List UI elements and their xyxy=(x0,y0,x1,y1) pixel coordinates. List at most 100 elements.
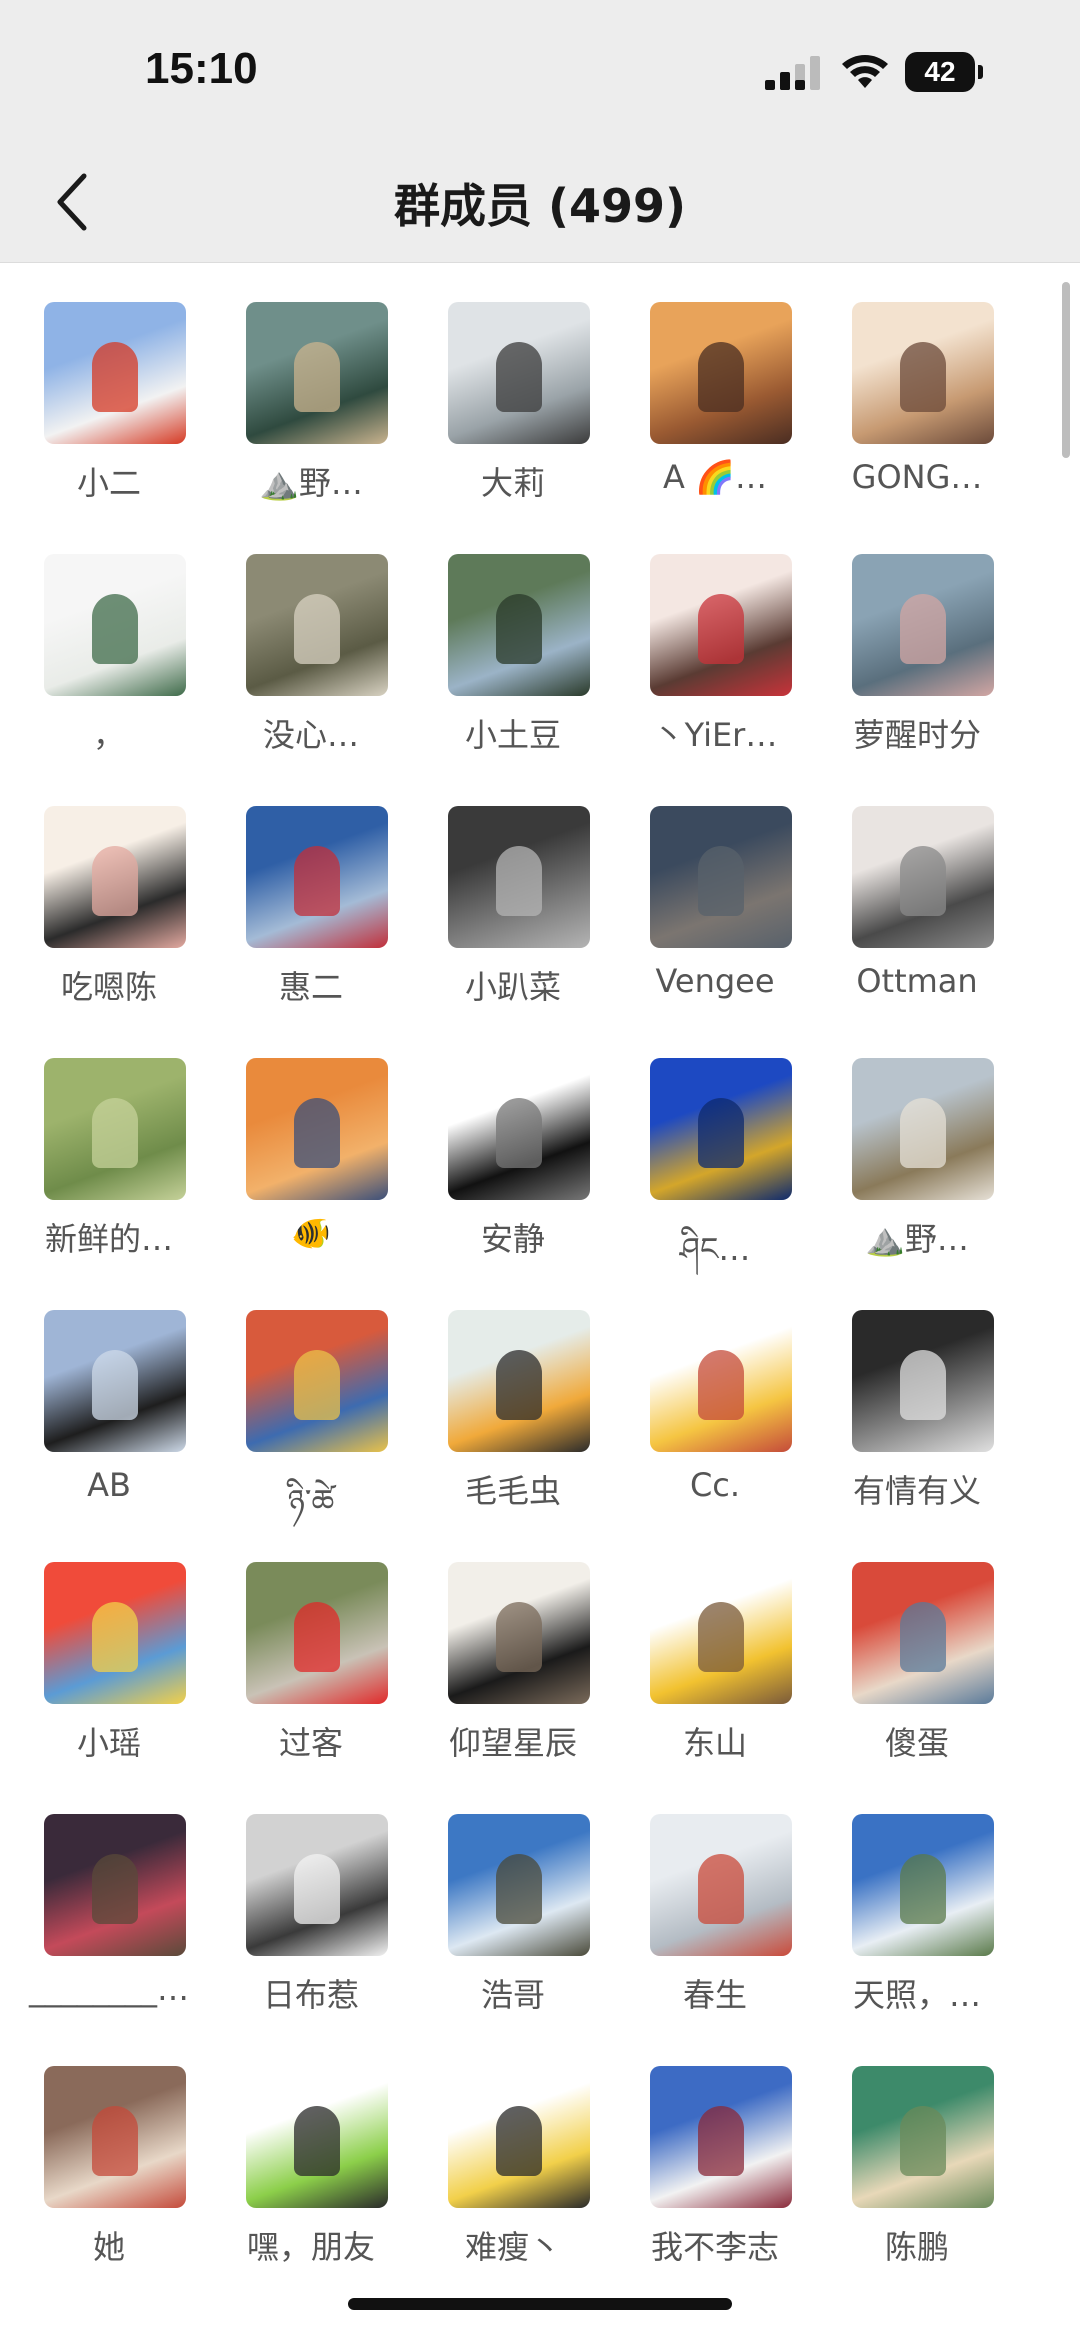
member-item[interactable]: 嘿，朋友 xyxy=(221,2066,401,2296)
member-avatar[interactable] xyxy=(246,1310,388,1452)
member-avatar[interactable] xyxy=(44,2066,186,2208)
member-item[interactable]: 小土豆 xyxy=(423,554,603,784)
member-item[interactable]: 吃嗯陈 xyxy=(19,806,199,1036)
red-costume-photo xyxy=(92,1602,138,1672)
member-item[interactable]: 她 xyxy=(19,2066,199,2296)
member-avatar[interactable] xyxy=(852,1814,994,1956)
member-item[interactable]: 没心… xyxy=(221,554,401,784)
member-avatar[interactable] xyxy=(852,2066,994,2208)
member-avatar[interactable] xyxy=(44,1562,186,1704)
member-avatar[interactable] xyxy=(246,2066,388,2208)
member-item[interactable]: 🐠 xyxy=(221,1058,401,1288)
member-item[interactable]: 过客 xyxy=(221,1562,401,1792)
member-name: 小二 xyxy=(76,464,141,502)
member-avatar[interactable] xyxy=(852,554,994,696)
member-item[interactable]: 安静 xyxy=(423,1058,603,1288)
sunset-mountains-photo xyxy=(294,1098,340,1168)
member-item[interactable]: 新鲜的… xyxy=(19,1058,199,1288)
member-item[interactable]: 小二 xyxy=(19,302,199,532)
member-name: 她 xyxy=(92,2228,125,2266)
member-avatar[interactable] xyxy=(246,1058,388,1200)
member-item[interactable]: 毛毛虫 xyxy=(423,1310,603,1540)
member-item[interactable]: 陈鹏 xyxy=(827,2066,1007,2296)
member-avatar[interactable] xyxy=(448,554,590,696)
member-item[interactable]: ________… xyxy=(19,1814,199,2044)
member-avatar[interactable] xyxy=(852,302,994,444)
member-avatar[interactable] xyxy=(650,302,792,444)
member-avatar[interactable] xyxy=(650,1058,792,1200)
member-avatar[interactable] xyxy=(246,806,388,948)
member-item[interactable]: ཉི་ཚེ xyxy=(221,1310,401,1540)
member-name: Cc. xyxy=(689,1466,741,1504)
member-item[interactable]: ཤིང… xyxy=(625,1058,805,1288)
member-avatar[interactable] xyxy=(650,554,792,696)
member-avatar[interactable] xyxy=(44,1058,186,1200)
member-avatar[interactable] xyxy=(44,1814,186,1956)
member-item[interactable]: Ottman xyxy=(827,806,1007,1036)
member-name: 没心… xyxy=(262,716,359,754)
battery-cap xyxy=(978,65,983,79)
golden-statue-photo xyxy=(698,1098,744,1168)
member-avatar[interactable] xyxy=(44,554,186,696)
member-avatar[interactable] xyxy=(246,302,388,444)
member-avatar[interactable] xyxy=(650,806,792,948)
member-avatar[interactable] xyxy=(650,1562,792,1704)
member-item[interactable]: 春生 xyxy=(625,1814,805,2044)
dark-portrait-photo xyxy=(496,846,542,916)
member-avatar[interactable] xyxy=(44,806,186,948)
member-item[interactable]: 惠二 xyxy=(221,806,401,1036)
member-avatar[interactable] xyxy=(448,1310,590,1452)
member-avatar[interactable] xyxy=(246,554,388,696)
member-avatar[interactable] xyxy=(448,806,590,948)
scroll-indicator[interactable] xyxy=(1062,282,1070,458)
member-avatar[interactable] xyxy=(246,1562,388,1704)
member-avatar[interactable] xyxy=(852,1562,994,1704)
member-avatar[interactable] xyxy=(448,1058,590,1200)
member-item[interactable]: Vengee xyxy=(625,806,805,1036)
member-avatar[interactable] xyxy=(448,302,590,444)
member-avatar[interactable] xyxy=(650,1814,792,1956)
member-avatar[interactable] xyxy=(650,2066,792,2208)
member-item[interactable]: 浩哥 xyxy=(423,1814,603,2044)
member-name: ⛰️野… xyxy=(865,1220,969,1258)
member-item[interactable]: 大莉 xyxy=(423,302,603,532)
stone-flag-photo xyxy=(294,1602,340,1672)
member-item[interactable]: 我不李志 xyxy=(625,2066,805,2296)
member-avatar[interactable] xyxy=(246,1814,388,1956)
member-name: 有情有义 xyxy=(852,1472,981,1510)
member-item[interactable]: 傻蛋 xyxy=(827,1562,1007,1792)
fishing-cartoon xyxy=(698,1602,744,1672)
forest-photo xyxy=(294,594,340,664)
member-avatar[interactable] xyxy=(852,1310,994,1452)
member-avatar[interactable] xyxy=(448,1814,590,1956)
member-item[interactable]: 天照，… xyxy=(827,1814,1007,2044)
member-avatar[interactable] xyxy=(852,806,994,948)
member-avatar[interactable] xyxy=(448,1562,590,1704)
member-item[interactable]: 仰望星辰 xyxy=(423,1562,603,1792)
member-item[interactable]: 小瑶 xyxy=(19,1562,199,1792)
member-item[interactable]: 萝醒时分 xyxy=(827,554,1007,784)
member-item[interactable]: 小趴菜 xyxy=(423,806,603,1036)
member-item[interactable]: 日布惹 xyxy=(221,1814,401,2044)
member-avatar[interactable] xyxy=(448,2066,590,2208)
member-avatar[interactable] xyxy=(650,1310,792,1452)
member-item[interactable]: ⛰️野… xyxy=(221,302,401,532)
neon-street-photo xyxy=(92,1854,138,1924)
member-item[interactable]: 难瘦丶 xyxy=(423,2066,603,2296)
jeep-illustration xyxy=(900,2106,946,2176)
member-item[interactable]: 东山 xyxy=(625,1562,805,1792)
member-item[interactable]: Cc. xyxy=(625,1310,805,1540)
status-bar: 15:10 42 xyxy=(0,0,1080,140)
member-item[interactable]: GONG… xyxy=(827,302,1007,532)
member-item[interactable]: ， xyxy=(19,554,199,784)
member-avatar[interactable] xyxy=(44,1310,186,1452)
home-indicator[interactable] xyxy=(348,2298,732,2310)
member-item[interactable]: AB xyxy=(19,1310,199,1540)
member-item[interactable]: 丶YiEr… xyxy=(625,554,805,784)
member-avatar[interactable] xyxy=(44,302,186,444)
member-item[interactable]: A 🌈… xyxy=(625,302,805,532)
member-avatar[interactable] xyxy=(852,1058,994,1200)
battery-indicator: 42 xyxy=(905,52,985,92)
member-item[interactable]: 有情有义 xyxy=(827,1310,1007,1540)
member-item[interactable]: ⛰️野… xyxy=(827,1058,1007,1288)
